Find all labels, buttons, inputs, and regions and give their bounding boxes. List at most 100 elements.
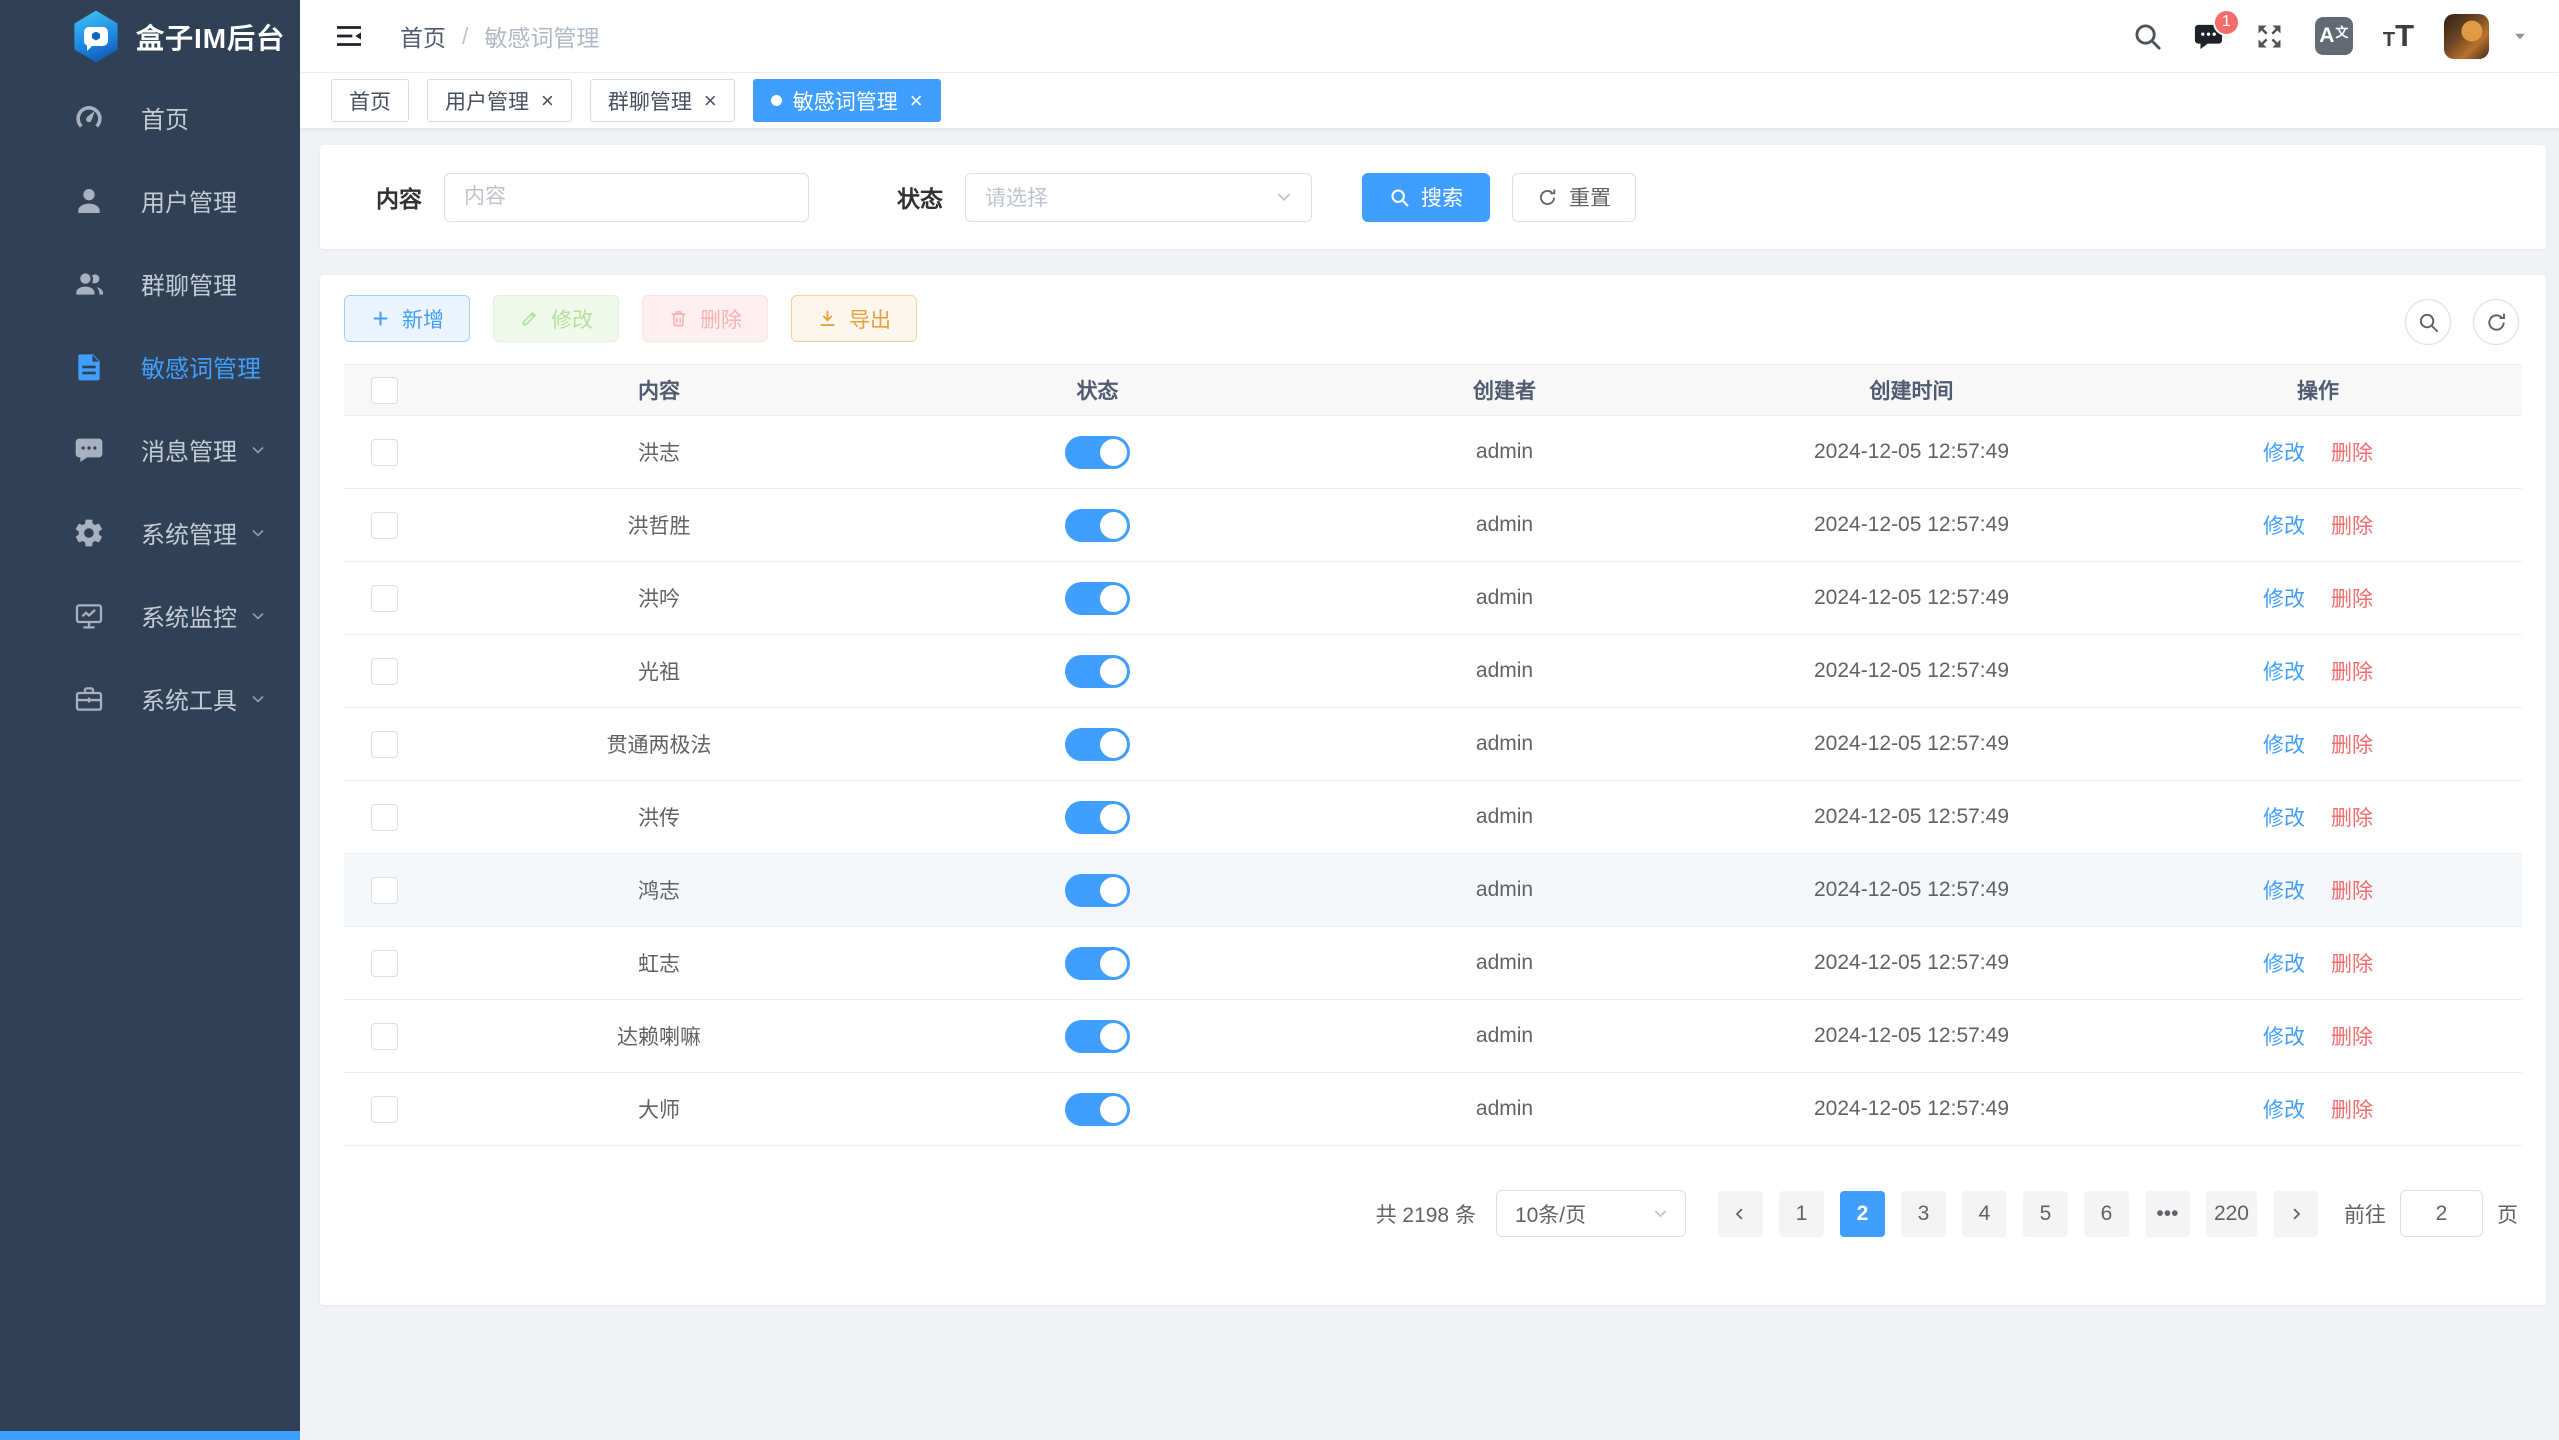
row-checkbox[interactable]	[371, 585, 398, 612]
table-row[interactable]: 光祖 admin 2024-12-05 12:57:49 修改 删除	[344, 635, 2522, 708]
row-checkbox[interactable]	[371, 439, 398, 466]
plus-icon	[370, 308, 391, 329]
row-edit-link[interactable]: 修改	[2263, 948, 2305, 978]
table-row[interactable]: 洪哲胜 admin 2024-12-05 12:57:49 修改 删除	[344, 489, 2522, 562]
status-toggle[interactable]	[1065, 728, 1130, 761]
status-toggle[interactable]	[1065, 801, 1130, 834]
status-toggle[interactable]	[1065, 947, 1130, 980]
table-row[interactable]: 大师 admin 2024-12-05 12:57:49 修改 删除	[344, 1073, 2522, 1146]
status-toggle[interactable]	[1065, 1093, 1130, 1126]
row-checkbox[interactable]	[371, 1023, 398, 1050]
row-edit-link[interactable]: 修改	[2263, 729, 2305, 759]
row-delete-link[interactable]: 删除	[2331, 1094, 2373, 1124]
prev-page-button[interactable]	[1718, 1191, 1763, 1237]
tab-sensitive-words[interactable]: 敏感词管理 ×	[753, 79, 941, 122]
sidebar-item-system-management[interactable]: 系统管理	[0, 491, 300, 574]
status-toggle[interactable]	[1065, 509, 1130, 542]
status-toggle[interactable]	[1065, 1020, 1130, 1053]
select-all-checkbox[interactable]	[371, 377, 398, 404]
sidebar-item-system-monitor[interactable]: 系统监控	[0, 574, 300, 657]
page-button[interactable]: 4	[1962, 1191, 2007, 1237]
row-delete-link[interactable]: 删除	[2331, 583, 2373, 613]
row-delete-link[interactable]: 删除	[2331, 510, 2373, 540]
close-icon[interactable]: ×	[910, 90, 923, 112]
sidebar-scrollbar-thumb[interactable]	[0, 1431, 300, 1440]
page-button[interactable]: 2	[1840, 1191, 1885, 1237]
refresh-button[interactable]	[2473, 299, 2519, 345]
table-row[interactable]: 洪志 admin 2024-12-05 12:57:49 修改 删除	[344, 416, 2522, 489]
status-toggle[interactable]	[1065, 582, 1130, 615]
content-filter-input[interactable]	[444, 173, 809, 222]
row-delete-link[interactable]: 删除	[2331, 948, 2373, 978]
page-button[interactable]: •••	[2145, 1191, 2190, 1237]
row-edit-link[interactable]: 修改	[2263, 875, 2305, 905]
row-edit-link[interactable]: 修改	[2263, 437, 2305, 467]
close-icon[interactable]: ×	[541, 90, 554, 112]
row-edit-link[interactable]: 修改	[2263, 802, 2305, 832]
table-row[interactable]: 虹志 admin 2024-12-05 12:57:49 修改 删除	[344, 927, 2522, 1000]
page-button[interactable]: 220	[2206, 1191, 2257, 1237]
table-row[interactable]: 达赖喇嘛 admin 2024-12-05 12:57:49 修改 删除	[344, 1000, 2522, 1073]
user-avatar[interactable]	[2444, 14, 2489, 59]
close-icon[interactable]: ×	[704, 90, 717, 112]
row-delete-link[interactable]: 删除	[2331, 1021, 2373, 1051]
search-icon[interactable]	[2132, 21, 2163, 52]
delete-button[interactable]: 删除	[642, 295, 768, 342]
tab-user-management[interactable]: 用户管理 ×	[427, 79, 572, 122]
next-page-button[interactable]	[2273, 1191, 2318, 1237]
show-search-button[interactable]	[2405, 299, 2451, 345]
row-delete-link[interactable]: 删除	[2331, 656, 2373, 686]
table-row[interactable]: 洪吟 admin 2024-12-05 12:57:49 修改 删除	[344, 562, 2522, 635]
breadcrumb-home[interactable]: 首页	[400, 19, 446, 53]
sidebar-item-sensitive-words[interactable]: 敏感词管理	[0, 325, 300, 408]
row-delete-link[interactable]: 删除	[2331, 875, 2373, 905]
status-toggle[interactable]	[1065, 655, 1130, 688]
page-size-select[interactable]: 10条/页	[1496, 1190, 1686, 1237]
translate-icon[interactable]: A文	[2315, 17, 2353, 55]
row-checkbox[interactable]	[371, 731, 398, 758]
edit-button[interactable]: 修改	[493, 295, 619, 342]
tab-home[interactable]: 首页	[331, 79, 409, 122]
fullscreen-icon[interactable]	[2254, 21, 2285, 52]
search-button[interactable]: 搜索	[1362, 173, 1490, 222]
add-button[interactable]: 新增	[344, 295, 470, 342]
row-checkbox[interactable]	[371, 950, 398, 977]
row-edit-link[interactable]: 修改	[2263, 510, 2305, 540]
row-delete-link[interactable]: 删除	[2331, 802, 2373, 832]
export-button[interactable]: 导出	[791, 295, 917, 342]
page-button[interactable]: 1	[1779, 1191, 1824, 1237]
row-checkbox[interactable]	[371, 877, 398, 904]
status-toggle[interactable]	[1065, 874, 1130, 907]
goto-page-input[interactable]	[2400, 1190, 2483, 1237]
font-size-icon[interactable]: TT	[2383, 18, 2414, 54]
row-checkbox[interactable]	[371, 1096, 398, 1123]
sidebar-item-groups[interactable]: 群聊管理	[0, 242, 300, 325]
sidebar-collapse-icon[interactable]	[330, 17, 368, 55]
row-checkbox[interactable]	[371, 804, 398, 831]
sidebar-item-home[interactable]: 首页	[0, 76, 300, 159]
page-button[interactable]: 3	[1901, 1191, 1946, 1237]
row-checkbox[interactable]	[371, 512, 398, 539]
sidebar-item-messages[interactable]: 消息管理	[0, 408, 300, 491]
reset-button[interactable]: 重置	[1512, 173, 1636, 222]
row-delete-link[interactable]: 删除	[2331, 437, 2373, 467]
page-button[interactable]: 5	[2023, 1191, 2068, 1237]
table-row[interactable]: 洪传 admin 2024-12-05 12:57:49 修改 删除	[344, 781, 2522, 854]
row-checkbox[interactable]	[371, 658, 398, 685]
sidebar-item-users[interactable]: 用户管理	[0, 159, 300, 242]
row-edit-link[interactable]: 修改	[2263, 1021, 2305, 1051]
status-filter-select[interactable]: 请选择	[965, 173, 1312, 222]
sidebar-item-system-tools[interactable]: 系统工具	[0, 657, 300, 740]
row-edit-link[interactable]: 修改	[2263, 1094, 2305, 1124]
row-edit-link[interactable]: 修改	[2263, 656, 2305, 686]
caret-down-icon[interactable]	[2511, 27, 2529, 45]
table-row[interactable]: 贯通两极法 admin 2024-12-05 12:57:49 修改 删除	[344, 708, 2522, 781]
status-toggle[interactable]	[1065, 436, 1130, 469]
table-row[interactable]: 鸿志 admin 2024-12-05 12:57:49 修改 删除	[344, 854, 2522, 927]
row-delete-link[interactable]: 删除	[2331, 729, 2373, 759]
status-select-placeholder: 请选择	[985, 182, 1048, 212]
message-icon[interactable]: 1	[2193, 21, 2224, 52]
page-button[interactable]: 6	[2084, 1191, 2129, 1237]
row-edit-link[interactable]: 修改	[2263, 583, 2305, 613]
tab-group-management[interactable]: 群聊管理 ×	[590, 79, 735, 122]
